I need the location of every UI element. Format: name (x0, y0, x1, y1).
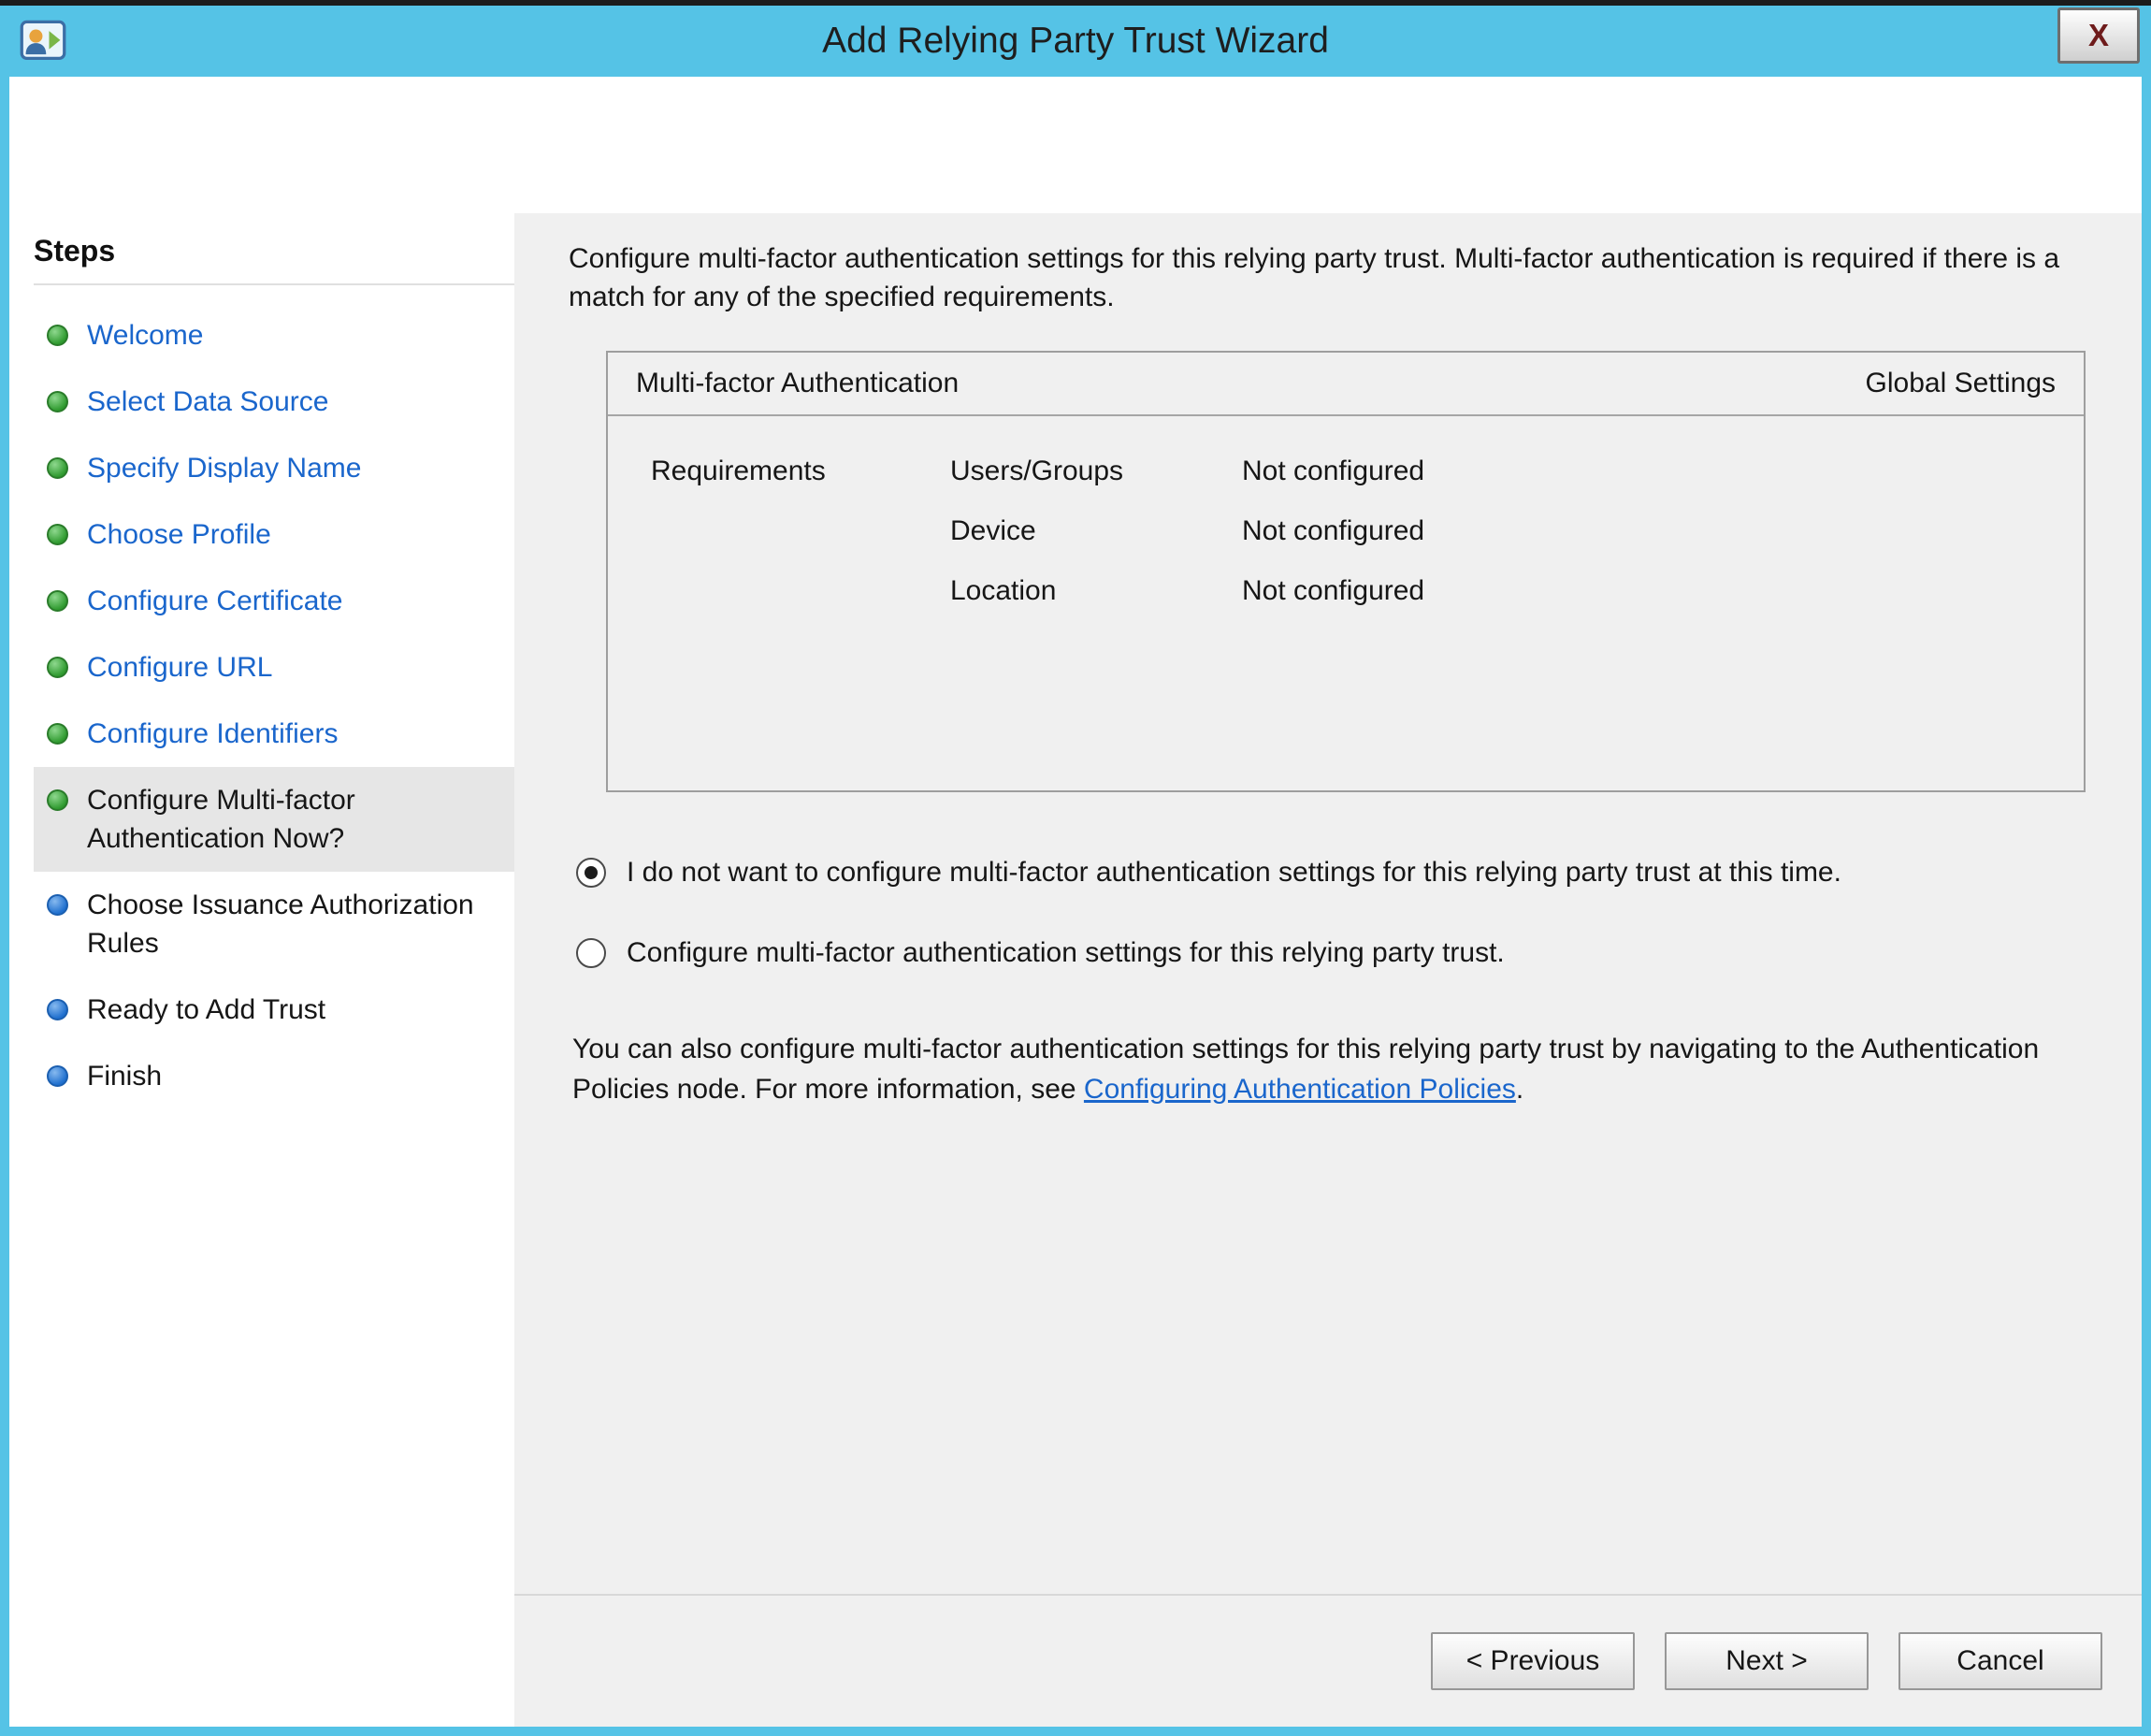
step-label: Choose Profile (87, 515, 271, 554)
empty-cell (651, 515, 950, 547)
step-label: Welcome (87, 316, 203, 354)
device-status: Not configured (1242, 515, 2084, 547)
configuring-authentication-policies-link[interactable]: Configuring Authentication Policies (1084, 1074, 1516, 1105)
step-current-icon (47, 789, 68, 811)
sidebar-item-configure-certificate[interactable]: Configure Certificate (34, 568, 514, 634)
main-body: Configure multi-factor authentication se… (514, 213, 2142, 1594)
step-done-icon (47, 524, 68, 545)
table-row: Location Not configured (651, 575, 2084, 607)
window-body: Steps Welcome Select Data Source Specify… (9, 77, 2142, 1727)
step-todo-icon (47, 999, 68, 1020)
sidebar-item-choose-profile[interactable]: Choose Profile (34, 501, 514, 568)
next-button[interactable]: Next > (1665, 1632, 1869, 1690)
window-title: Add Relying Party Trust Wizard (0, 21, 2151, 62)
radio-label: I do not want to configure multi-factor … (627, 854, 1841, 892)
steps-heading: Steps (34, 234, 514, 268)
radio-selected-icon[interactable] (576, 858, 606, 888)
step-done-icon (47, 657, 68, 678)
step-label: Configure Identifiers (87, 715, 338, 753)
mfa-panel-rows: Requirements Users/Groups Not configured… (608, 416, 2084, 607)
step-label: Select Data Source (87, 383, 328, 421)
sidebar-item-welcome[interactable]: Welcome (34, 302, 514, 369)
step-done-icon (47, 391, 68, 412)
sidebar-item-select-data-source[interactable]: Select Data Source (34, 369, 514, 435)
intro-text: Configure multi-factor authentication se… (569, 239, 2099, 317)
table-row: Device Not configured (651, 515, 2084, 547)
radio-configure-mfa[interactable]: Configure multi-factor authentication se… (576, 934, 2099, 973)
sidebar-item-configure-mfa-now: Configure Multi-factor Authentication No… (34, 767, 514, 872)
radio-do-not-configure-mfa[interactable]: I do not want to configure multi-factor … (576, 854, 2099, 892)
mfa-panel-header: Multi-factor Authentication Global Setti… (608, 353, 2084, 414)
step-label: Ready to Add Trust (87, 991, 325, 1029)
steps-sidebar: Steps Welcome Select Data Source Specify… (9, 213, 514, 1727)
location-label: Location (950, 575, 1242, 607)
radio-unselected-icon[interactable] (576, 938, 606, 968)
step-label: Configure Certificate (87, 582, 342, 620)
step-label: Configure Multi-factor Authentication No… (87, 781, 505, 858)
step-label: Configure URL (87, 648, 272, 687)
header-band (9, 77, 2142, 213)
step-done-icon (47, 325, 68, 346)
sidebar-item-choose-issuance-authorization-rules: Choose Issuance Authorization Rules (34, 872, 514, 976)
radio-label: Configure multi-factor authentication se… (627, 934, 1505, 973)
main-content: Configure multi-factor authentication se… (514, 213, 2142, 1727)
sidebar-item-configure-url[interactable]: Configure URL (34, 634, 514, 701)
requirements-label: Requirements (651, 456, 950, 487)
users-groups-label: Users/Groups (950, 456, 1242, 487)
footnote-after: . (1516, 1074, 1523, 1105)
footnote-text: You can also configure multi-factor auth… (572, 1029, 2099, 1110)
step-todo-icon (47, 894, 68, 916)
global-settings-label: Global Settings (1866, 368, 2056, 399)
location-status: Not configured (1242, 575, 2084, 607)
step-todo-icon (47, 1065, 68, 1087)
step-label: Finish (87, 1057, 162, 1095)
previous-button[interactable]: < Previous (1431, 1632, 1635, 1690)
content-area: Steps Welcome Select Data Source Specify… (9, 213, 2142, 1727)
mfa-settings-panel: Multi-factor Authentication Global Setti… (606, 351, 2086, 792)
sidebar-item-finish: Finish (34, 1043, 514, 1109)
users-groups-status: Not configured (1242, 456, 2084, 487)
step-done-icon (47, 457, 68, 479)
cancel-button[interactable]: Cancel (1898, 1632, 2102, 1690)
step-done-icon (47, 590, 68, 612)
footer-button-bar: < Previous Next > Cancel (514, 1594, 2142, 1727)
step-done-icon (47, 723, 68, 745)
wizard-window: Add Relying Party Trust Wizard X Steps W… (0, 0, 2151, 1736)
sidebar-item-ready-to-add-trust: Ready to Add Trust (34, 976, 514, 1043)
sidebar-item-configure-identifiers[interactable]: Configure Identifiers (34, 701, 514, 767)
step-label: Choose Issuance Authorization Rules (87, 886, 505, 962)
table-row: Requirements Users/Groups Not configured (651, 456, 2084, 487)
sidebar-item-specify-display-name[interactable]: Specify Display Name (34, 435, 514, 501)
empty-cell (651, 575, 950, 607)
device-label: Device (950, 515, 1242, 547)
step-label: Specify Display Name (87, 449, 361, 487)
steps-separator (34, 283, 514, 285)
close-button[interactable]: X (2057, 7, 2140, 64)
titlebar: Add Relying Party Trust Wizard X (0, 6, 2151, 77)
mfa-panel-title: Multi-factor Authentication (636, 368, 959, 399)
